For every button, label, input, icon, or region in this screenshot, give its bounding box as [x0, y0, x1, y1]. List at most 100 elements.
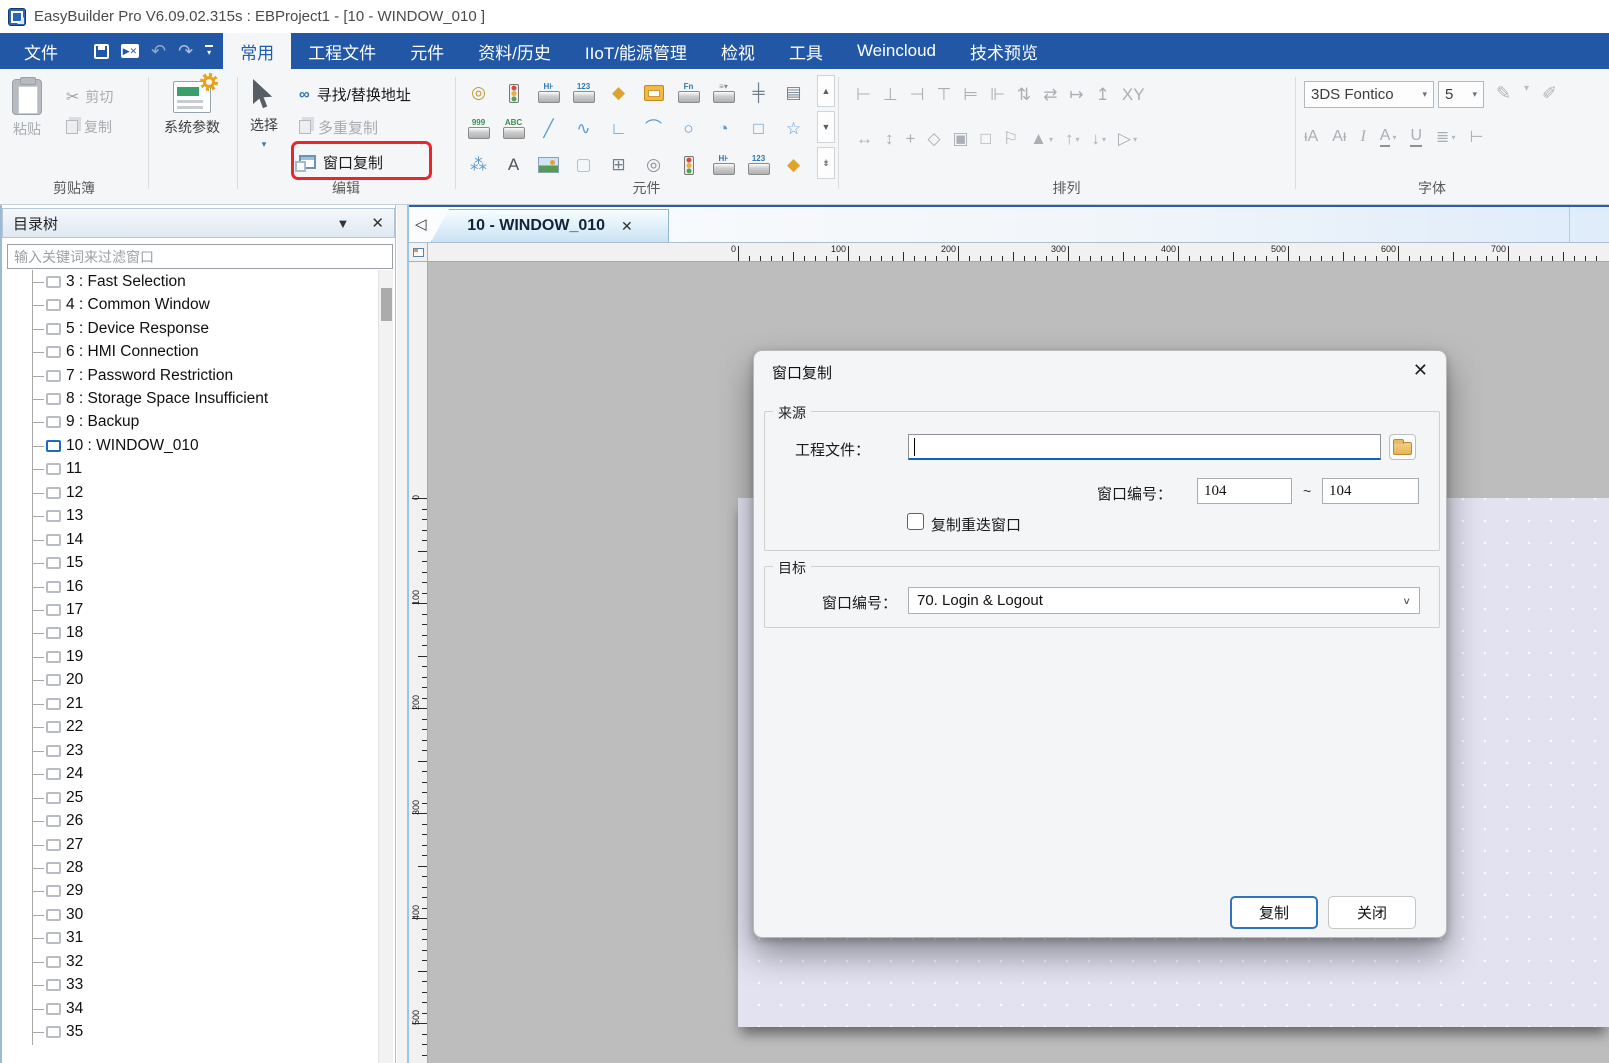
format-painter-icon[interactable]: ✐ [1542, 83, 1557, 104]
ruler-corner-button[interactable] [409, 243, 428, 262]
menu-tab-6[interactable]: 检视 [704, 33, 772, 69]
tree-item-33[interactable]: 33 [2, 974, 395, 997]
copy-button[interactable]: 复制 [66, 117, 112, 137]
tree-item-29[interactable]: 29 [2, 880, 395, 903]
option-list-icon[interactable]: ▤ [776, 75, 811, 111]
pie-icon[interactable]: ◔ [706, 111, 741, 147]
tree-item-10[interactable]: 10 : WINDOW_010 [2, 434, 395, 457]
menu-tab-8[interactable]: Weincloud [840, 33, 953, 69]
distribute-horizontal-icon[interactable]: ⇄ [1043, 85, 1057, 105]
pin-icon[interactable]: ⚐ [1003, 129, 1018, 149]
window-from-input[interactable] [1197, 478, 1292, 504]
select-button[interactable]: 选择 ▾ [250, 79, 278, 150]
tree-item-18[interactable]: 18 [2, 622, 395, 645]
dialog-close-icon[interactable]: ✕ [1413, 360, 1428, 381]
tree-item-26[interactable]: 26 [2, 809, 395, 832]
panel-dropdown-icon[interactable]: ▼ [337, 216, 350, 231]
paste-button[interactable]: 粘贴 [12, 79, 42, 139]
menu-tab-9[interactable]: 技术预览 [953, 33, 1055, 69]
xy-position-icon[interactable]: XY [1122, 85, 1145, 105]
tree-item-8[interactable]: 8 : Storage Space Insufficient [2, 387, 395, 410]
line-icon[interactable]: ╱ [531, 111, 566, 147]
target-window-select[interactable]: 70. Login & Logout ∨ [908, 587, 1420, 614]
panel-splitter[interactable] [397, 205, 409, 1063]
tree-item-6[interactable]: 6 : HMI Connection [2, 340, 395, 363]
align-center-h-icon[interactable]: ⊥ [883, 85, 898, 105]
same-width-icon[interactable]: ↔ [856, 129, 873, 149]
line-spacing-icon[interactable]: ≣▾ [1436, 127, 1455, 147]
font-family-select[interactable]: 3DS Fontico ▾ [1304, 81, 1434, 108]
project-file-input[interactable] [908, 434, 1381, 460]
panel-close-icon[interactable]: ✕ [371, 214, 384, 232]
scroll-down-icon[interactable]: ▼ [817, 111, 835, 143]
tree-item-34[interactable]: 34 [2, 997, 395, 1020]
space-vertical-icon[interactable]: ↥ [1096, 85, 1110, 105]
tree-item-16[interactable]: 16 [2, 575, 395, 598]
undo-icon[interactable]: ↶ [151, 42, 166, 60]
browse-button[interactable] [1389, 434, 1416, 460]
tree-item-35[interactable]: 35 [2, 1020, 395, 1043]
tree-item-28[interactable]: 28 [2, 856, 395, 879]
tree-item-9[interactable]: 9 : Backup [2, 411, 395, 434]
scroll-up-icon[interactable]: ▲ [817, 75, 835, 107]
close-dialog-button[interactable]: 关闭 [1328, 896, 1416, 929]
system-parameters-button[interactable]: 系统参数 [164, 81, 220, 137]
circle-icon[interactable]: ○ [671, 111, 706, 147]
numeric-input-icon[interactable] [636, 75, 671, 111]
save-icon[interactable] [94, 44, 109, 59]
fill-style-icon[interactable]: ◇ [927, 129, 940, 149]
tree-item-15[interactable]: 15 [2, 551, 395, 574]
tree-item-27[interactable]: 27 [2, 833, 395, 856]
align-middle-icon[interactable]: ⊨ [963, 85, 978, 105]
font-color-icon[interactable]: A▾ [1380, 127, 1397, 147]
tree-item-31[interactable]: 31 [2, 927, 395, 950]
polyline-icon[interactable]: ∟ [601, 111, 636, 147]
redo-icon[interactable]: ↷ [178, 42, 193, 60]
move-up-layer-icon[interactable]: ↑▾ [1065, 129, 1080, 149]
menu-tab-7[interactable]: 工具 [772, 33, 840, 69]
tree-item-32[interactable]: 32 [2, 950, 395, 973]
tree-item-30[interactable]: 30 [2, 903, 395, 926]
star-icon[interactable]: ☆ [776, 111, 811, 147]
tree-item-23[interactable]: 23 [2, 739, 395, 762]
font-size-select[interactable]: 5 ▾ [1438, 81, 1484, 108]
tree-item-3[interactable]: 3 : Fast Selection [2, 270, 395, 293]
bit-lamp-icon[interactable]: ◎ [461, 75, 496, 111]
shrink-font-icon[interactable]: Aᵻ [1332, 128, 1346, 146]
copy-confirm-button[interactable]: 复制 [1230, 896, 1318, 929]
tree-item-12[interactable]: 12 [2, 481, 395, 504]
file-menu[interactable]: 文件 [0, 33, 82, 69]
window-to-input[interactable] [1322, 478, 1419, 504]
tree-item-4[interactable]: 4 : Common Window [2, 293, 395, 316]
menu-tab-1[interactable]: 常用 [223, 33, 291, 69]
italic-icon[interactable]: I [1360, 128, 1365, 146]
align-edge-icon[interactable]: ⊢ [1469, 127, 1483, 147]
tree-item-7[interactable]: 7 : Password Restriction [2, 364, 395, 387]
quick-access-menu-icon[interactable]: ▾ [205, 45, 213, 57]
tab-scroll-left-icon[interactable]: ◁ [415, 215, 427, 233]
space-horizontal-icon[interactable]: ↦ [1069, 85, 1083, 105]
word-lamp-icon[interactable] [496, 75, 531, 111]
menu-tab-3[interactable]: 元件 [393, 33, 461, 69]
fn-key-icon[interactable]: Fn [671, 75, 706, 111]
more-components-icon[interactable]: ⇟ [817, 147, 835, 179]
tree-item-17[interactable]: 17 [2, 598, 395, 621]
menu-tab-2[interactable]: 工程文件 [291, 33, 393, 69]
menu-tab-4[interactable]: 资料/历史 [461, 33, 568, 69]
tree-item-5[interactable]: 5 : Device Response [2, 317, 395, 340]
tree-scrollbar[interactable] [378, 270, 393, 1063]
ungroup-icon[interactable]: □ [981, 129, 991, 149]
tab-close-icon[interactable]: ✕ [621, 218, 633, 235]
underline-icon[interactable]: U [1410, 127, 1422, 147]
combo-button-icon[interactable]: ≡▾ [706, 75, 741, 111]
move-down-layer-icon[interactable]: ↓▾ [1091, 129, 1106, 149]
bring-to-front-icon[interactable]: ▲▾ [1030, 129, 1053, 149]
tree-item-19[interactable]: 19 [2, 645, 395, 668]
tree-item-21[interactable]: 21 [2, 692, 395, 715]
freehand-icon[interactable]: ∿ [566, 111, 601, 147]
slider-icon[interactable]: ╪ [741, 75, 776, 111]
tree-scrollbar-thumb[interactable] [381, 288, 392, 321]
distribute-vertical-icon[interactable]: ⇅ [1017, 85, 1031, 105]
find-replace-button[interactable]: ∞ 寻找/替换地址 [299, 81, 411, 107]
arc-icon[interactable]: ⌒ [636, 111, 671, 147]
